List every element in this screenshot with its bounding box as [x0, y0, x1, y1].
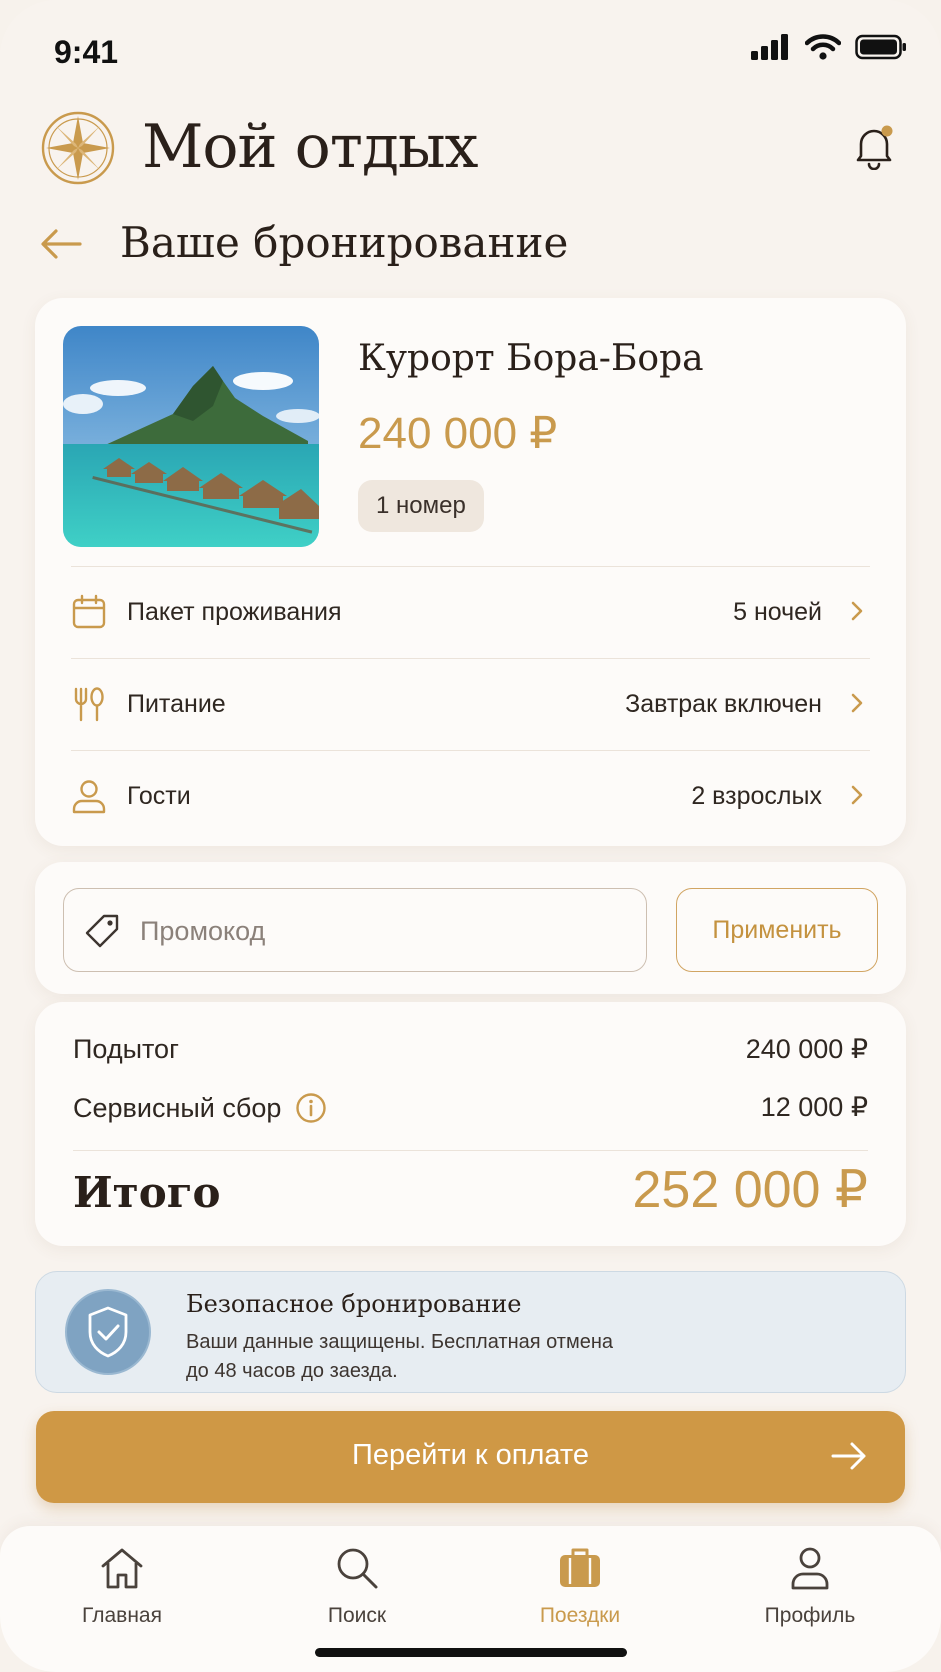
booking-card: Курорт Бора-Бора 240 000 ₽ 1 номер Пакет… [35, 298, 906, 846]
resort-image [63, 326, 319, 547]
chevron-right-icon [851, 601, 863, 621]
home-icon [101, 1548, 143, 1589]
price-summary-card: Подытог 240 000 ₽ Сервисный сбор 12 000 … [35, 1002, 906, 1246]
total-value: 252 000 ₽ [632, 1161, 869, 1219]
total-label: Итого [73, 1168, 221, 1217]
promo-input[interactable] [140, 907, 620, 955]
status-bar: 9:41 [0, 0, 941, 100]
detail-row-package[interactable]: Пакет проживания 5 ночей [71, 566, 870, 656]
rooms-badge: 1 номер [358, 480, 484, 532]
tab-label: Профиль [764, 1604, 856, 1627]
wifi-icon [805, 34, 841, 60]
compass-icon [41, 111, 115, 185]
battery-icon [855, 34, 906, 60]
tab-search[interactable]: Поиск [287, 1546, 427, 1636]
detail-label: Гости [127, 782, 191, 810]
subtotal-label: Подытог [73, 1034, 179, 1064]
suitcase-icon [560, 1548, 600, 1587]
home-indicator [315, 1648, 627, 1657]
tab-label: Поиск [327, 1604, 387, 1627]
service-fee-label: Сервисный сбор [73, 1092, 282, 1123]
tab-profile[interactable]: Профиль [740, 1546, 880, 1636]
info-icon[interactable] [295, 1092, 327, 1124]
notification-dot [881, 125, 893, 137]
page-header: Ваше бронирование [40, 218, 901, 274]
apply-button[interactable]: Применить [676, 888, 878, 972]
page-title: Ваше бронирование [120, 218, 569, 267]
divider [73, 1150, 868, 1151]
search-icon [337, 1548, 378, 1589]
proceed-to-payment-button[interactable]: Перейти к оплате [36, 1411, 905, 1503]
secure-title: Безопасное бронирование [186, 1290, 522, 1318]
app-title: Мой отдых [142, 112, 478, 182]
status-time: 9:41 [54, 34, 119, 70]
pay-button-label: Перейти к оплате [351, 1439, 590, 1471]
chevron-right-icon [851, 785, 863, 805]
user-icon [72, 780, 106, 814]
bell-icon[interactable] [853, 124, 895, 170]
arrow-left-icon[interactable] [40, 228, 82, 260]
promo-card: Применить [35, 862, 906, 994]
calendar-icon [72, 594, 106, 629]
status-icons [751, 34, 907, 60]
secure-text-line: Ваши данные защищены. Бесплатная отмена [186, 1331, 614, 1353]
app-screen: 9:41 Мой отдых Ваше бронирование Курорт … [0, 0, 941, 1672]
secure-text-line: до 48 часов до заезда. [186, 1360, 398, 1382]
detail-label: Питание [127, 690, 226, 718]
resort-name: Курорт Бора-Бора [358, 338, 704, 379]
detail-row-meals[interactable]: Питание Завтрак включен [71, 658, 870, 748]
fork-spoon-icon [74, 687, 104, 722]
shield-check-icon [65, 1289, 151, 1375]
promo-field[interactable] [63, 888, 647, 972]
service-fee-value: 12 000 ₽ [760, 1092, 868, 1122]
chevron-right-icon [851, 693, 863, 713]
detail-value: 2 взрослых [691, 782, 822, 810]
tab-home[interactable]: Главная [52, 1546, 192, 1636]
tab-label: Поездки [539, 1604, 621, 1627]
detail-label: Пакет проживания [127, 598, 342, 626]
subtotal-value: 240 000 ₽ [745, 1034, 868, 1064]
tab-trips[interactable]: Поездки [510, 1546, 650, 1636]
signal-icon [751, 34, 788, 60]
profile-icon [791, 1547, 829, 1590]
service-fee-row: Сервисный сбор 12 000 ₽ [73, 1092, 868, 1132]
arrow-right-icon [831, 1442, 866, 1470]
service-fee-label-group: Сервисный сбор [73, 1092, 327, 1124]
app-header: Мой отдых [40, 108, 901, 188]
secure-description: Ваши данные защищены. Бесплатная отмена … [186, 1328, 706, 1386]
detail-row-guests[interactable]: Гости 2 взрослых [71, 750, 870, 840]
tab-label: Главная [82, 1604, 162, 1627]
detail-value: Завтрак включен [625, 690, 822, 718]
detail-value: 5 ночей [733, 598, 822, 626]
secure-booking-banner: Безопасное бронирование Ваши данные защи… [35, 1271, 906, 1393]
tag-icon [85, 914, 119, 948]
subtotal-row: Подытог 240 000 ₽ [73, 1034, 868, 1074]
resort-price: 240 000 ₽ [358, 409, 558, 458]
